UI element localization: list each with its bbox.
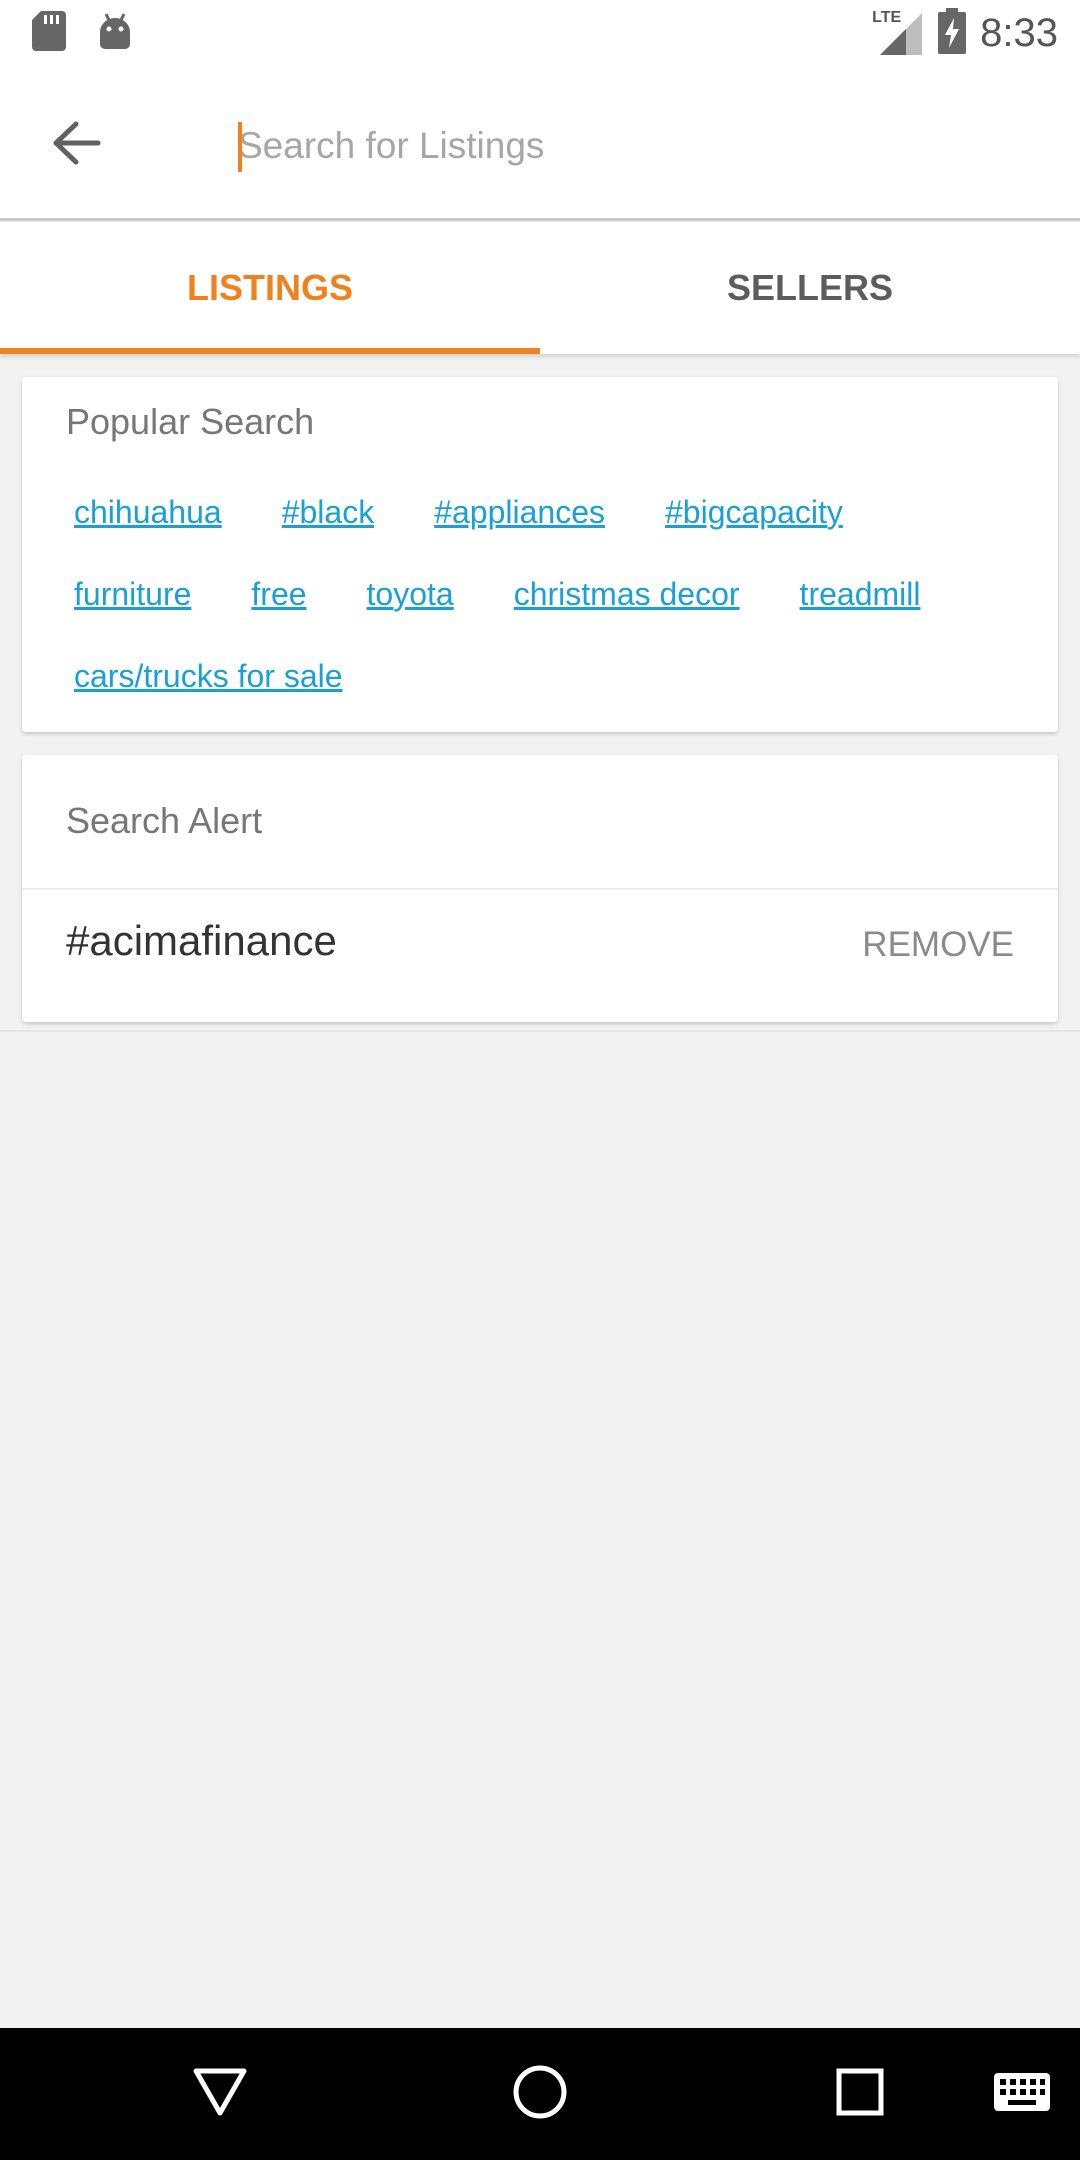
tag-link[interactable]: christmas decor — [514, 576, 740, 613]
text-cursor — [238, 122, 242, 172]
tag-link[interactable]: furniture — [74, 576, 191, 613]
search-alert-card: Search Alert #acimafinance REMOVE — [22, 755, 1058, 1022]
remove-alert-button[interactable]: REMOVE — [862, 925, 1014, 965]
divider — [22, 888, 1058, 890]
status-bar: LTE 8:33 — [0, 0, 1080, 66]
tag-link[interactable]: #black — [282, 494, 375, 531]
keyboard-switch-button[interactable] — [990, 2064, 1054, 2124]
arrow-left-icon — [52, 121, 102, 170]
status-time: 8:33 — [980, 10, 1058, 55]
tag-link[interactable]: toyota — [367, 576, 454, 613]
recents-square-icon — [835, 2067, 885, 2122]
home-circle-icon — [512, 2064, 568, 2125]
tag-row: cars/trucks for sale — [74, 635, 1034, 717]
search-alert-title: Search Alert — [66, 800, 263, 841]
status-right: LTE 8:33 — [872, 7, 1058, 59]
tag-link[interactable]: cars/trucks for sale — [74, 658, 343, 695]
popular-search-title: Popular Search — [66, 401, 315, 442]
divider — [0, 1030, 1080, 1032]
tab-sellers[interactable]: SELLERS — [540, 222, 1080, 354]
tag-link[interactable]: treadmill — [800, 576, 921, 613]
tag-link[interactable]: free — [251, 576, 306, 613]
keyboard-icon — [992, 2071, 1052, 2118]
search-input[interactable] — [238, 106, 1038, 186]
battery-charging-icon — [938, 7, 967, 59]
tag-row: furniture free toyota christmas decor tr… — [74, 553, 1034, 635]
popular-search-card: Popular Search chihuahua #black #applian… — [22, 377, 1058, 732]
alert-term: #acimafinance — [66, 917, 337, 964]
tag-link[interactable]: #bigcapacity — [665, 494, 843, 531]
status-left — [32, 10, 132, 56]
back-button[interactable] — [44, 112, 110, 178]
nav-home-button[interactable] — [505, 2064, 575, 2124]
tab-listings[interactable]: LISTINGS — [0, 222, 540, 354]
tab-bar: LISTINGS SELLERS — [0, 222, 1080, 354]
search-field[interactable] — [238, 106, 1038, 186]
signal-icon: LTE — [872, 9, 924, 57]
system-nav-bar — [0, 2028, 1080, 2160]
android-icon — [98, 12, 132, 55]
back-triangle-icon — [192, 2067, 248, 2122]
nav-recents-button[interactable] — [825, 2064, 895, 2124]
nav-back-button[interactable] — [185, 2064, 255, 2124]
tag-row: chihuahua #black #appliances #bigcapacit… — [74, 471, 1034, 553]
tag-link[interactable]: chihuahua — [74, 494, 222, 531]
screen: LTE 8:33 Search for Listings LISTINGS SE… — [0, 0, 1080, 2160]
tag-link[interactable]: #appliances — [434, 494, 605, 531]
search-toolbar — [0, 66, 1080, 221]
sd-card-icon — [32, 10, 66, 56]
popular-search-tags: chihuahua #black #appliances #bigcapacit… — [74, 471, 1034, 717]
